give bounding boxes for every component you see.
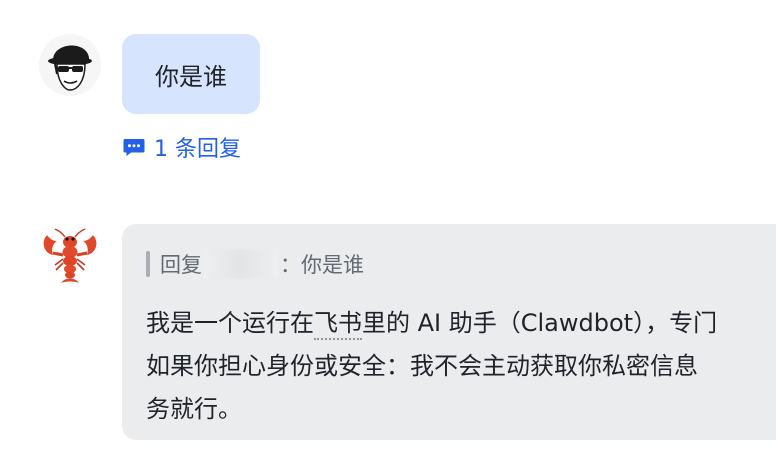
bot-message-text: 我是一个运行在飞书里的 AI 助手（Clawdbot），专门 如果你担心身份或安… [146,302,717,431]
quote-bar [146,251,150,277]
line-segment: 里的 AI 助手（Clawdbot），专门 [362,309,718,337]
bot-message-bubble[interactable]: 回复 ：你是谁 我是一个运行在飞书里的 AI 助手（Clawdbot），专门 如… [122,224,776,440]
thread-reply-link[interactable]: 1 条回复 [122,130,241,164]
bot-message-line: 务就行。 [146,395,242,423]
quote-prefix: 回复 [160,253,202,277]
user-message-text: 你是谁 [155,62,227,91]
bot-message-line: 如果你担心身份或安全：我不会主动获取你私密信息 [146,352,698,380]
quote-suffix: ：你是谁 [280,253,364,277]
bot-avatar[interactable] [39,225,101,287]
lobster-avatar-icon [43,227,97,283]
user-avatar[interactable] [39,34,101,96]
redacted-username [204,249,278,279]
bot-message-line: 我是一个运行在飞书里的 AI 助手（Clawdbot），专门 [146,302,717,345]
feishu-term-link[interactable]: 飞书 [314,309,362,340]
reply-quote[interactable]: 回复 ：你是谁 [146,249,364,279]
line-segment: 我是一个运行在 [146,309,314,337]
comment-icon [122,135,146,159]
user-message-bubble[interactable]: 你是谁 [122,34,260,114]
user-avatar-sunglasses-hat-icon [39,34,101,96]
reply-count-label: 1 条回复 [154,137,241,162]
